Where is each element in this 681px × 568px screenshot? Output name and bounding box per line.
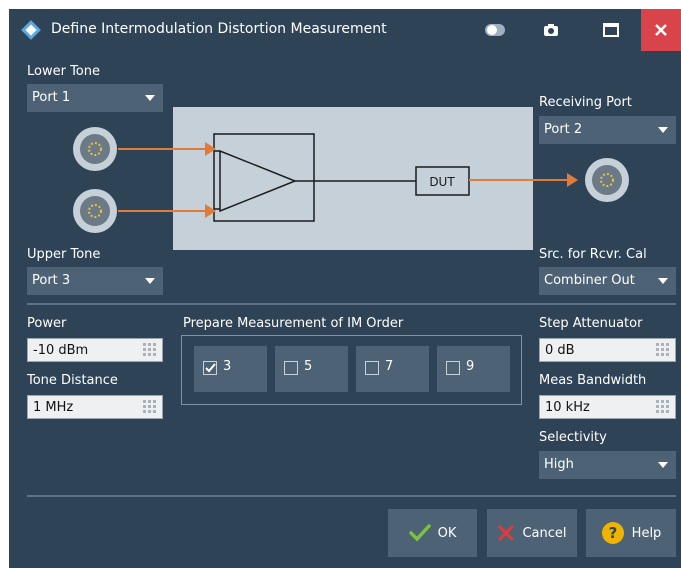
chevron-down-icon [145,278,155,284]
maximize-icon [603,23,619,37]
checkbox[interactable] [446,361,460,375]
check-icon [205,363,216,373]
tone-distance-value: 1 MHz [33,400,74,415]
im-order-option-label: 7 [385,359,394,374]
im-order-option-5[interactable]: 5 [275,346,348,392]
title-bar: Define Intermodulation Distortion Measur… [9,9,681,51]
window-title: Define Intermodulation Distortion Measur… [51,21,387,37]
ok-label: OK [437,525,457,541]
camera-icon [544,24,558,36]
keypad-icon[interactable] [656,400,670,414]
measurement-diagram: DUT [173,107,533,250]
maximize-button[interactable] [591,9,631,51]
tone-distance-input[interactable]: 1 MHz [27,395,163,419]
chevron-down-icon [658,462,668,468]
cancel-label: Cancel [522,525,567,541]
receiving-port-icon [585,158,629,202]
checkmark-icon [408,524,431,542]
power-input[interactable]: -10 dBm [27,338,163,362]
amplifier-symbol [219,149,298,213]
checkbox[interactable] [284,361,298,375]
chevron-down-icon [145,95,155,101]
im-order-option-9[interactable]: 9 [437,346,510,392]
src-rcvr-cal-value: Combiner Out [544,273,635,288]
im-order-option-label: 9 [466,359,475,374]
help-button[interactable]: ? Help [586,509,676,557]
svg-text:?: ? [608,524,617,542]
lower-tone-select[interactable]: Port 1 [27,84,163,112]
upper-tone-select[interactable]: Port 3 [27,267,163,295]
chevron-down-icon [658,127,668,133]
dut-label: DUT [429,175,455,189]
im-order-option-label: 5 [304,359,313,374]
lower-tone-value: Port 1 [32,90,71,105]
meas-bandwidth-value: 10 kHz [545,400,590,415]
step-attenuator-input[interactable]: 0 dB [539,338,676,362]
im-order-option-7[interactable]: 7 [356,346,429,392]
toggle-button[interactable] [475,9,515,51]
checkbox[interactable] [203,361,217,375]
close-button[interactable] [641,9,681,51]
selectivity-value: High [544,457,574,472]
keypad-icon[interactable] [656,343,670,357]
src-rcvr-cal-select[interactable]: Combiner Out [539,267,676,295]
upper-tone-label: Upper Tone [27,247,101,262]
receiving-port-value: Port 2 [544,122,583,137]
checkbox[interactable] [365,361,379,375]
combiner-diagram: DUT [213,133,470,222]
upper-tone-port-icon [73,189,117,233]
meas-bandwidth-input[interactable]: 10 kHz [539,395,676,419]
close-icon [655,24,667,36]
im-order-option-3[interactable]: 3 [194,346,267,392]
selectivity-label: Selectivity [539,430,607,445]
tone-distance-label: Tone Distance [27,373,118,388]
power-label: Power [27,316,67,331]
help-label: Help [631,525,662,541]
receiving-port-select[interactable]: Port 2 [539,116,676,144]
cancel-x-icon [498,525,514,541]
step-attenuator-value: 0 dB [545,343,575,358]
cancel-button[interactable]: Cancel [487,509,577,557]
power-value: -10 dBm [33,343,89,358]
lower-tone-label: Lower Tone [27,64,100,79]
step-attenuator-label: Step Attenuator [539,316,643,331]
dialog: Define Intermodulation Distortion Measur… [9,9,681,568]
divider [27,495,676,497]
toggle-icon [485,24,505,36]
ok-button[interactable]: OK [388,509,477,557]
upper-tone-value: Port 3 [32,273,71,288]
divider [27,303,676,305]
lower-tone-port-icon [73,127,117,171]
im-order-label: Prepare Measurement of IM Order [183,316,404,331]
app-logo-icon [21,20,41,40]
screenshot-button[interactable] [531,9,571,51]
selectivity-select[interactable]: High [539,451,676,479]
keypad-icon[interactable] [143,400,157,414]
keypad-icon[interactable] [143,343,157,357]
chevron-down-icon [658,278,668,284]
meas-bandwidth-label: Meas Bandwidth [539,373,647,388]
help-icon: ? [601,522,624,544]
receiving-port-label: Receiving Port [539,95,632,110]
im-order-option-label: 3 [223,359,232,374]
src-rcvr-cal-label: Src. for Rcvr. Cal [539,247,647,262]
